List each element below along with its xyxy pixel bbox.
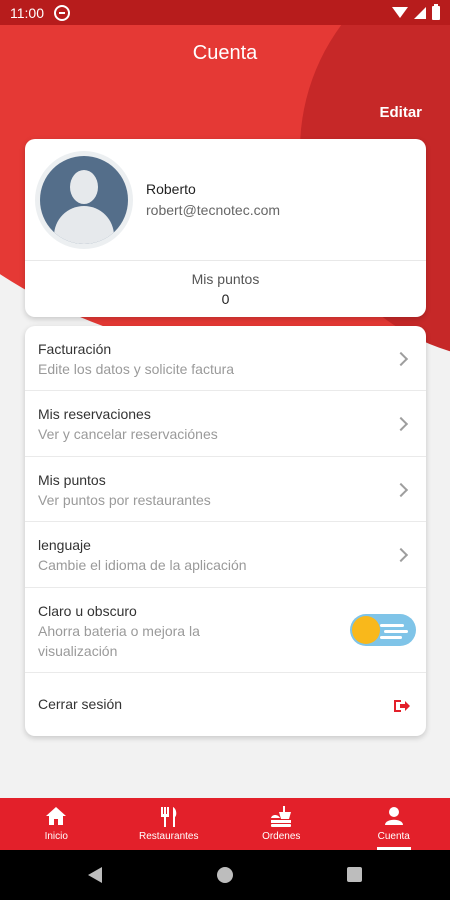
points-value: 0 <box>221 291 230 307</box>
edit-button[interactable]: Editar <box>379 104 422 121</box>
profile-name: Roberto <box>146 181 196 197</box>
signal-icon <box>414 6 426 19</box>
home-button-icon[interactable] <box>217 867 233 883</box>
nav-item-cuenta[interactable]: Cuenta <box>338 798 450 850</box>
menu-item-label: Mis puntos <box>38 472 106 488</box>
menu-item-subtitle: Cambie el idioma de la aplicación <box>38 557 247 573</box>
nav-label: Ordenes <box>262 831 301 842</box>
system-navigation-bar <box>0 850 450 900</box>
chevron-right-icon <box>393 482 409 498</box>
menu-item-label: Facturación <box>38 341 112 357</box>
page-title: Cuenta <box>192 42 258 64</box>
nav-label: Inicio <box>44 831 68 842</box>
menu-item-mis-puntos[interactable]: Mis puntos Ver puntos por restaurantes <box>25 457 426 522</box>
menu-item-label: Mis reservaciones <box>38 406 151 422</box>
menu-item-theme: Claro u obscuro Ahorra bateria o mejora … <box>25 588 426 673</box>
menu-item-label: Claro u obscuro <box>38 603 137 619</box>
status-icons <box>392 3 440 20</box>
battery-icon <box>432 3 440 20</box>
fork-knife-icon <box>160 807 177 827</box>
chevron-right-icon <box>393 351 409 367</box>
status-bar: 11:00 <box>0 0 450 25</box>
points-label: Mis puntos <box>191 271 260 287</box>
chevron-right-icon <box>393 547 409 563</box>
menu-item-lenguaje[interactable]: lenguaje Cambie el idioma de la aplicaci… <box>25 522 426 588</box>
food-order-icon <box>271 806 292 827</box>
nav-item-inicio[interactable]: Inicio <box>0 798 113 850</box>
chevron-right-icon <box>393 416 409 432</box>
menu-card: Facturación Edite los datos y solicite f… <box>25 326 426 736</box>
active-indicator <box>376 847 411 850</box>
theme-toggle[interactable] <box>350 614 416 646</box>
sun-icon <box>352 616 380 644</box>
sync-icon <box>54 4 70 21</box>
recent-apps-icon[interactable] <box>347 867 362 882</box>
logout-icon <box>394 700 410 712</box>
nav-item-restaurantes[interactable]: Restaurantes <box>113 798 226 850</box>
bottom-navigation: Inicio Restaurantes Ordenes Cuenta <box>0 798 450 850</box>
avatar-placeholder-icon <box>40 156 128 244</box>
avatar[interactable] <box>35 151 133 249</box>
profile-card: Roberto robert@tecnotec.com Mis puntos 0 <box>25 139 426 317</box>
logout-button[interactable]: Cerrar sesión <box>25 673 426 736</box>
person-icon <box>384 807 403 825</box>
nav-item-ordenes[interactable]: Ordenes <box>225 798 338 850</box>
divider <box>25 260 426 261</box>
menu-item-reservaciones[interactable]: Mis reservaciones Ver y cancelar reserva… <box>25 391 426 457</box>
nav-label: Cuenta <box>377 831 410 842</box>
menu-item-subtitle: visualización <box>38 643 118 659</box>
menu-item-subtitle: Ver y cancelar reservaciónes <box>38 426 218 442</box>
status-time: 11:00 <box>10 4 44 21</box>
nav-label: Restaurantes <box>139 831 199 842</box>
menu-item-label: Cerrar sesión <box>38 696 123 712</box>
profile-email: robert@tecnotec.com <box>146 202 281 218</box>
menu-item-subtitle: Edite los datos y solicite factura <box>38 361 235 377</box>
menu-item-subtitle: Ver puntos por restaurantes <box>38 492 211 508</box>
menu-item-subtitle: Ahorra bateria o mejora la <box>38 623 200 639</box>
menu-item-label: lenguaje <box>38 537 91 553</box>
menu-item-facturacion[interactable]: Facturación Edite los datos y solicite f… <box>25 326 426 391</box>
wifi-icon <box>392 7 408 18</box>
home-icon <box>46 807 67 825</box>
back-icon[interactable] <box>88 867 102 883</box>
